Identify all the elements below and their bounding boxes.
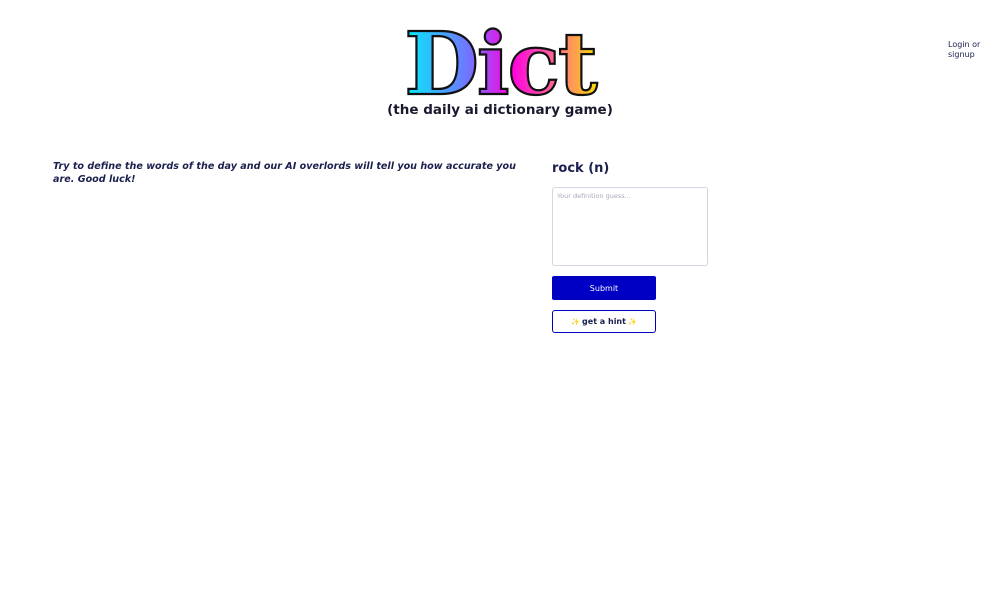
definition-guess-input[interactable] xyxy=(552,187,708,266)
logo-text: Dict xyxy=(404,22,598,102)
sparkle-icon: ✨ xyxy=(627,317,637,326)
hint-label: get a hint xyxy=(582,317,626,326)
logo: Dict (the daily ai dictionary game) xyxy=(380,22,620,122)
login-signup-link[interactable]: Login or signup xyxy=(948,40,992,60)
word-of-the-day: rock (n) xyxy=(552,161,610,176)
sparkle-icon: ✨ xyxy=(571,317,581,326)
page: Dict (the daily ai dictionary game) Logi… xyxy=(0,0,1000,600)
intro-text: Try to define the words of the day and o… xyxy=(53,161,516,185)
submit-button[interactable]: Submit xyxy=(552,276,656,300)
logo-subtitle: (the daily ai dictionary game) xyxy=(387,102,613,118)
logo-wordmark: Dict xyxy=(403,22,601,102)
get-a-hint-button[interactable]: ✨ get a hint ✨ xyxy=(552,310,656,333)
